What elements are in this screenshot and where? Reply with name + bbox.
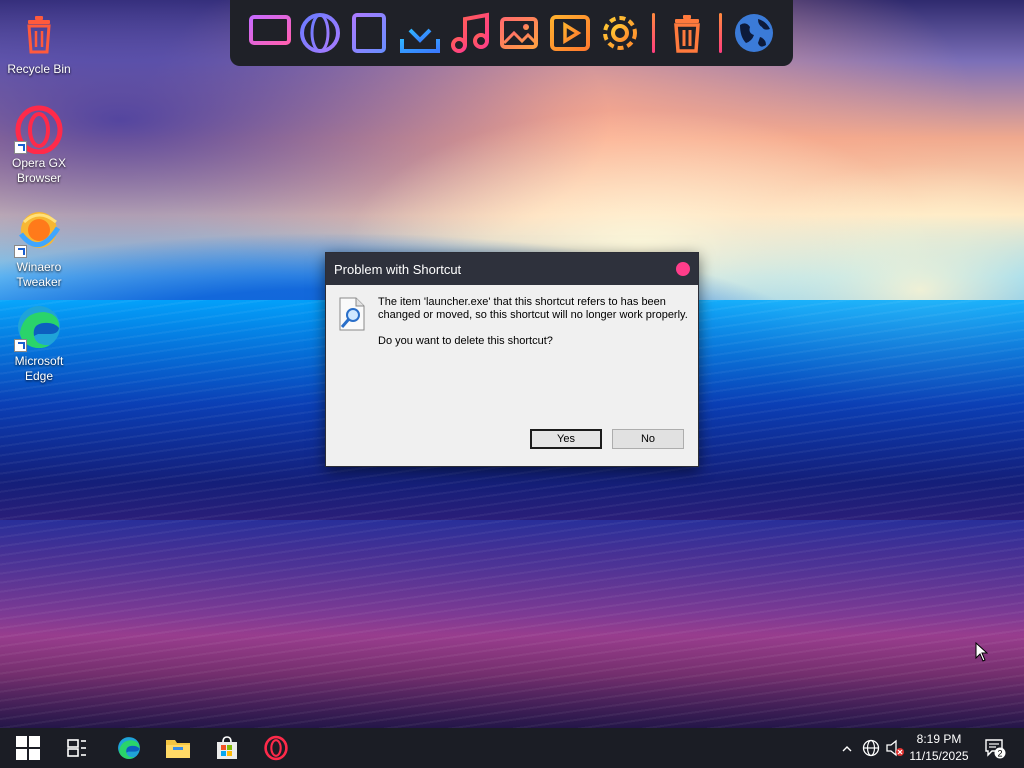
desktop-icon-label: Microsoft Edge (14, 354, 64, 383)
desktop-icon-opera-gx[interactable]: Opera GX Browser (4, 104, 74, 186)
image-icon[interactable] (498, 8, 542, 58)
monitor-icon[interactable] (248, 8, 292, 58)
winaero-tweaker-icon (14, 208, 64, 258)
dialog-titlebar[interactable]: Problem with Shortcut (326, 253, 698, 285)
start-windows-icon (16, 736, 40, 760)
taskbar-opera-gx[interactable] (252, 728, 300, 768)
dialog-message: The item 'launcher.exe' that this shortc… (378, 296, 688, 321)
search-document-icon (338, 297, 366, 335)
desktop-icon-recycle-bin[interactable]: Recycle Bin (4, 10, 74, 77)
shortcut-arrow-icon (14, 141, 27, 154)
globe-icon[interactable] (298, 8, 342, 58)
shortcut-arrow-icon (14, 339, 27, 352)
notification-icon: 2 (985, 739, 1006, 759)
desktop-icon-winaero-tweaker[interactable]: Winaero Tweaker (4, 208, 74, 290)
microsoft-store-icon (217, 736, 237, 759)
taskbar-clock[interactable]: 8:19 PM 11/15/2025 (906, 731, 972, 765)
start-button[interactable] (4, 728, 52, 768)
close-button[interactable] (676, 262, 690, 276)
clock-time: 8:19 PM (916, 732, 962, 746)
music-icon[interactable] (448, 8, 492, 58)
desktop-icon-label: Opera GX Browser (11, 156, 67, 185)
show-hidden-icons-button[interactable] (838, 728, 856, 768)
clock-date: 11/15/2025 (909, 749, 969, 763)
edge-icon (118, 737, 140, 759)
desktop-icon-label: Recycle Bin (7, 62, 71, 76)
edge-icon (14, 302, 64, 352)
chevron-up-icon (842, 745, 852, 751)
file-explorer-icon (166, 740, 190, 758)
network-globe-icon (862, 739, 880, 757)
network-button[interactable] (860, 728, 882, 768)
wallpaper-wave-base (0, 520, 1024, 730)
dialog-title: Problem with Shortcut (334, 261, 462, 277)
volume-button[interactable] (884, 728, 906, 768)
opera-gx-icon (14, 104, 64, 155)
taskbar-edge[interactable] (105, 728, 153, 768)
video-icon[interactable] (548, 8, 592, 58)
action-center-button[interactable]: 2 (980, 728, 1010, 768)
trash-icon[interactable] (665, 8, 709, 58)
yes-button[interactable]: Yes (530, 429, 602, 449)
download-icon[interactable] (398, 8, 442, 58)
trash-icon (14, 10, 64, 60)
document-icon[interactable] (348, 8, 392, 58)
mouse-cursor-icon (975, 641, 989, 667)
dock-separator (718, 13, 722, 53)
settings-gear-icon[interactable] (598, 8, 642, 58)
task-view-button[interactable] (53, 728, 101, 768)
volume-muted-icon (886, 739, 904, 757)
notification-count: 2 (997, 749, 1002, 759)
desktop-icon-microsoft-edge[interactable]: Microsoft Edge (4, 302, 74, 384)
taskbar-file-explorer[interactable] (154, 728, 202, 768)
earth-icon[interactable] (732, 8, 776, 58)
dock-separator (651, 13, 655, 53)
shortcut-problem-dialog: Problem with Shortcut The item 'launcher… (325, 252, 699, 467)
task-view-icon (67, 739, 86, 757)
opera-gx-icon (264, 735, 288, 761)
no-button[interactable]: No (612, 429, 684, 449)
shortcut-arrow-icon (14, 245, 27, 258)
taskbar: 8:19 PM 11/15/2025 2 (0, 728, 1024, 768)
taskbar-microsoft-store[interactable] (203, 728, 251, 768)
top-dock (230, 0, 793, 66)
dialog-question: Do you want to delete this shortcut? (378, 335, 553, 347)
desktop-icon-label: Winaero Tweaker (16, 260, 62, 289)
